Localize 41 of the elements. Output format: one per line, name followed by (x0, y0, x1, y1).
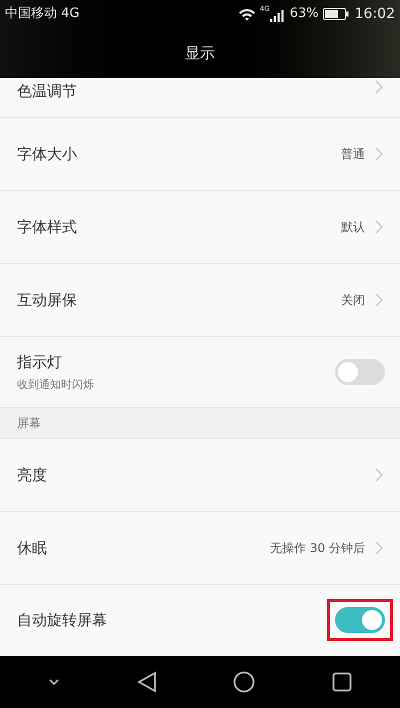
row-label: 指示灯 (17, 352, 63, 372)
page-title: 显示 (185, 42, 215, 64)
chevron-right-icon (375, 468, 383, 482)
toggle-switch[interactable] (335, 359, 385, 385)
row-value: 无操作 30 分钟后 (270, 540, 365, 557)
back-icon[interactable] (136, 671, 157, 693)
chevron-right-icon (375, 80, 383, 94)
chevron-right-icon (375, 293, 383, 307)
row-label: 自动旋转屏幕 (17, 610, 108, 631)
row-value: 默认 (341, 219, 365, 236)
row-value: 普通 (341, 146, 365, 163)
settings-row[interactable]: 字体大小 普通 (0, 118, 400, 191)
row-label: 亮度 (17, 464, 48, 486)
chevron-right-icon (375, 541, 383, 555)
row-label: 色温调节 (17, 81, 78, 102)
settings-row[interactable]: 指示灯 收到通知时闪烁 (0, 337, 400, 408)
recents-icon[interactable] (332, 672, 352, 692)
row-label: 字体样式 (17, 216, 78, 238)
home-icon[interactable] (233, 671, 256, 693)
settings-row[interactable]: 字体样式 默认 (0, 191, 400, 264)
settings-row[interactable]: 休眠 无操作 30 分钟后 (0, 512, 400, 585)
battery-icon (322, 8, 349, 20)
chevron-down-icon[interactable] (48, 678, 60, 686)
chevron-right-icon (375, 147, 383, 161)
row-subtitle: 收到通知时闪烁 (17, 377, 95, 393)
section-header: 屏幕 (17, 415, 41, 432)
settings-row[interactable]: 色温调节 (0, 78, 400, 118)
row-value: 关闭 (341, 292, 365, 309)
carrier-name: 中国移动 4G (5, 5, 80, 24)
wifi-icon (238, 8, 256, 20)
chevron-right-icon (375, 220, 383, 234)
settings-row[interactable]: 互动屏保 关闭 (0, 264, 400, 337)
row-label: 互动屏保 (17, 290, 78, 311)
row-label: 休眠 (17, 538, 48, 559)
signal-icon (270, 10, 284, 22)
settings-row[interactable]: 亮度 (0, 439, 400, 512)
row-label: 字体大小 (17, 144, 78, 165)
toggle-switch[interactable] (335, 607, 385, 633)
settings-row[interactable]: 自动旋转屏幕 (0, 585, 400, 656)
battery-percent: 63% (290, 5, 319, 24)
clock-time: 16:02 (354, 4, 395, 24)
